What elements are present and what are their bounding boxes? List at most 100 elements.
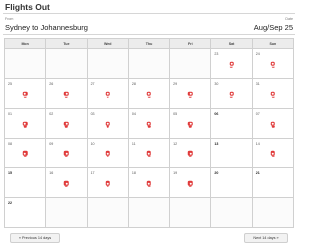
calendar-day-cell[interactable]: 08: [5, 138, 47, 169]
day-number: 13: [214, 141, 219, 146]
weekday-header: Wed: [87, 39, 129, 49]
calendar-day-cell[interactable]: 16: [46, 168, 88, 199]
flight-available-icon[interactable]: [64, 91, 69, 97]
flight-available-icon[interactable]: [270, 91, 276, 97]
flight-available-icon[interactable]: [188, 121, 193, 127]
calendar-day-cell[interactable]: 27: [87, 78, 129, 109]
flight-available-icon[interactable]: [64, 121, 69, 127]
flight-available-icon[interactable]: [105, 121, 110, 127]
flight-available-icon[interactable]: [188, 181, 193, 187]
day-number: 02: [49, 111, 54, 116]
day-number: 30: [214, 81, 219, 86]
day-number: 03: [90, 111, 95, 116]
next-14-days-button[interactable]: Next 14 days »: [244, 233, 288, 243]
calendar-day-cell[interactable]: 01: [5, 108, 47, 139]
calendar-day-cell[interactable]: 02: [46, 108, 88, 139]
flight-available-icon[interactable]: [188, 91, 193, 97]
calendar-day-cell[interactable]: 14: [252, 138, 294, 169]
flight-available-icon[interactable]: [64, 181, 69, 187]
flight-available-icon[interactable]: [229, 91, 234, 97]
calendar-day-cell[interactable]: 19: [170, 168, 212, 199]
calendar-day-cell[interactable]: 12: [170, 138, 212, 169]
empty-day-cell: [170, 198, 212, 228]
calendar-day-cell[interactable]: 03: [87, 108, 129, 139]
flight-available-icon[interactable]: [105, 181, 110, 187]
weekday-header: Tue: [46, 39, 88, 49]
calendar-day-cell[interactable]: 23: [211, 49, 253, 79]
day-number: 17: [90, 171, 95, 176]
calendar-day-cell[interactable]: 29: [170, 78, 212, 109]
flight-available-icon[interactable]: [22, 121, 28, 127]
day-number: 20: [214, 171, 219, 176]
calendar-day-cell[interactable]: 22: [5, 198, 47, 228]
weekday-header: Fri: [170, 39, 212, 49]
calendar-day-cell[interactable]: 07: [252, 108, 294, 139]
day-number: 06: [214, 111, 219, 116]
empty-day-cell: [46, 49, 88, 79]
calendar-day-cell[interactable]: 24: [252, 49, 294, 79]
flight-available-icon[interactable]: [270, 151, 276, 157]
calendar-day-cell[interactable]: 21: [252, 168, 294, 199]
calendar-day-cell[interactable]: 10: [87, 138, 129, 169]
previous-14-days-button[interactable]: « Previous 14 days: [10, 233, 60, 243]
route-label: From: [5, 17, 14, 21]
day-number: 29: [173, 81, 178, 86]
day-number: 04: [131, 111, 136, 116]
date-range: Aug/Sep 25: [253, 23, 293, 32]
flight-available-icon[interactable]: [188, 151, 193, 157]
calendar-day-cell[interactable]: 13: [211, 138, 253, 169]
day-number: 18: [131, 171, 136, 176]
flight-available-icon[interactable]: [270, 61, 276, 68]
flight-available-icon[interactable]: [105, 91, 110, 97]
day-number: 01: [8, 111, 12, 116]
flight-available-icon[interactable]: [146, 121, 152, 127]
day-number: 27: [90, 81, 95, 86]
empty-day-cell: [87, 49, 129, 79]
flight-available-icon[interactable]: [229, 61, 234, 68]
calendar-day-cell[interactable]: 20: [211, 168, 253, 199]
flight-available-icon[interactable]: [22, 151, 28, 157]
calendar-day-cell[interactable]: 28: [128, 78, 171, 109]
flight-calendar: Mon Tue Wed Thu Fri Sat Sun 23 24 25 26 27 28 29 30 31 0…: [4, 38, 294, 228]
empty-day-cell: [128, 198, 171, 228]
empty-day-cell: [170, 49, 212, 79]
empty-day-cell: [5, 49, 47, 79]
calendar-day-cell[interactable]: 18: [128, 168, 171, 199]
flight-available-icon[interactable]: [146, 181, 152, 187]
page-title: Flights Out: [5, 2, 50, 12]
day-number: 09: [49, 141, 54, 146]
calendar-day-cell[interactable]: 05: [170, 108, 212, 139]
day-number: 12: [173, 141, 178, 146]
empty-day-cell: [211, 198, 253, 228]
flight-available-icon[interactable]: [64, 151, 69, 157]
calendar-day-cell[interactable]: 06: [211, 108, 253, 139]
weekday-header: Mon: [5, 39, 47, 49]
flight-available-icon[interactable]: [146, 91, 152, 97]
day-number: 11: [131, 141, 136, 146]
calendar-day-cell[interactable]: 11: [128, 138, 171, 169]
empty-day-cell: [87, 198, 129, 228]
calendar-day-cell[interactable]: 30: [211, 78, 253, 109]
day-number: 23: [214, 52, 219, 56]
date-label: Date: [285, 17, 293, 21]
day-number: 10: [90, 141, 95, 146]
calendar-day-cell[interactable]: 15: [5, 168, 47, 199]
calendar-day-cell[interactable]: 04: [128, 108, 171, 139]
flight-available-icon[interactable]: [105, 151, 110, 157]
day-number: 21: [255, 171, 260, 176]
calendar-day-cell[interactable]: 09: [46, 138, 88, 169]
day-number: 26: [49, 81, 54, 86]
empty-day-cell: [46, 198, 88, 228]
day-number: 16: [49, 171, 54, 176]
calendar-day-cell[interactable]: 25: [5, 78, 47, 109]
calendar-day-cell[interactable]: 31: [252, 78, 294, 109]
day-number: 28: [131, 81, 136, 86]
flight-available-icon[interactable]: [270, 121, 276, 127]
calendar-day-cell[interactable]: 26: [46, 78, 88, 109]
weekday-header: Thu: [128, 39, 171, 49]
calendar-day-cell[interactable]: 17: [87, 168, 129, 199]
day-number: 14: [255, 141, 260, 146]
title-divider: [3, 13, 295, 14]
flight-available-icon[interactable]: [22, 91, 28, 97]
flight-available-icon[interactable]: [146, 151, 152, 157]
